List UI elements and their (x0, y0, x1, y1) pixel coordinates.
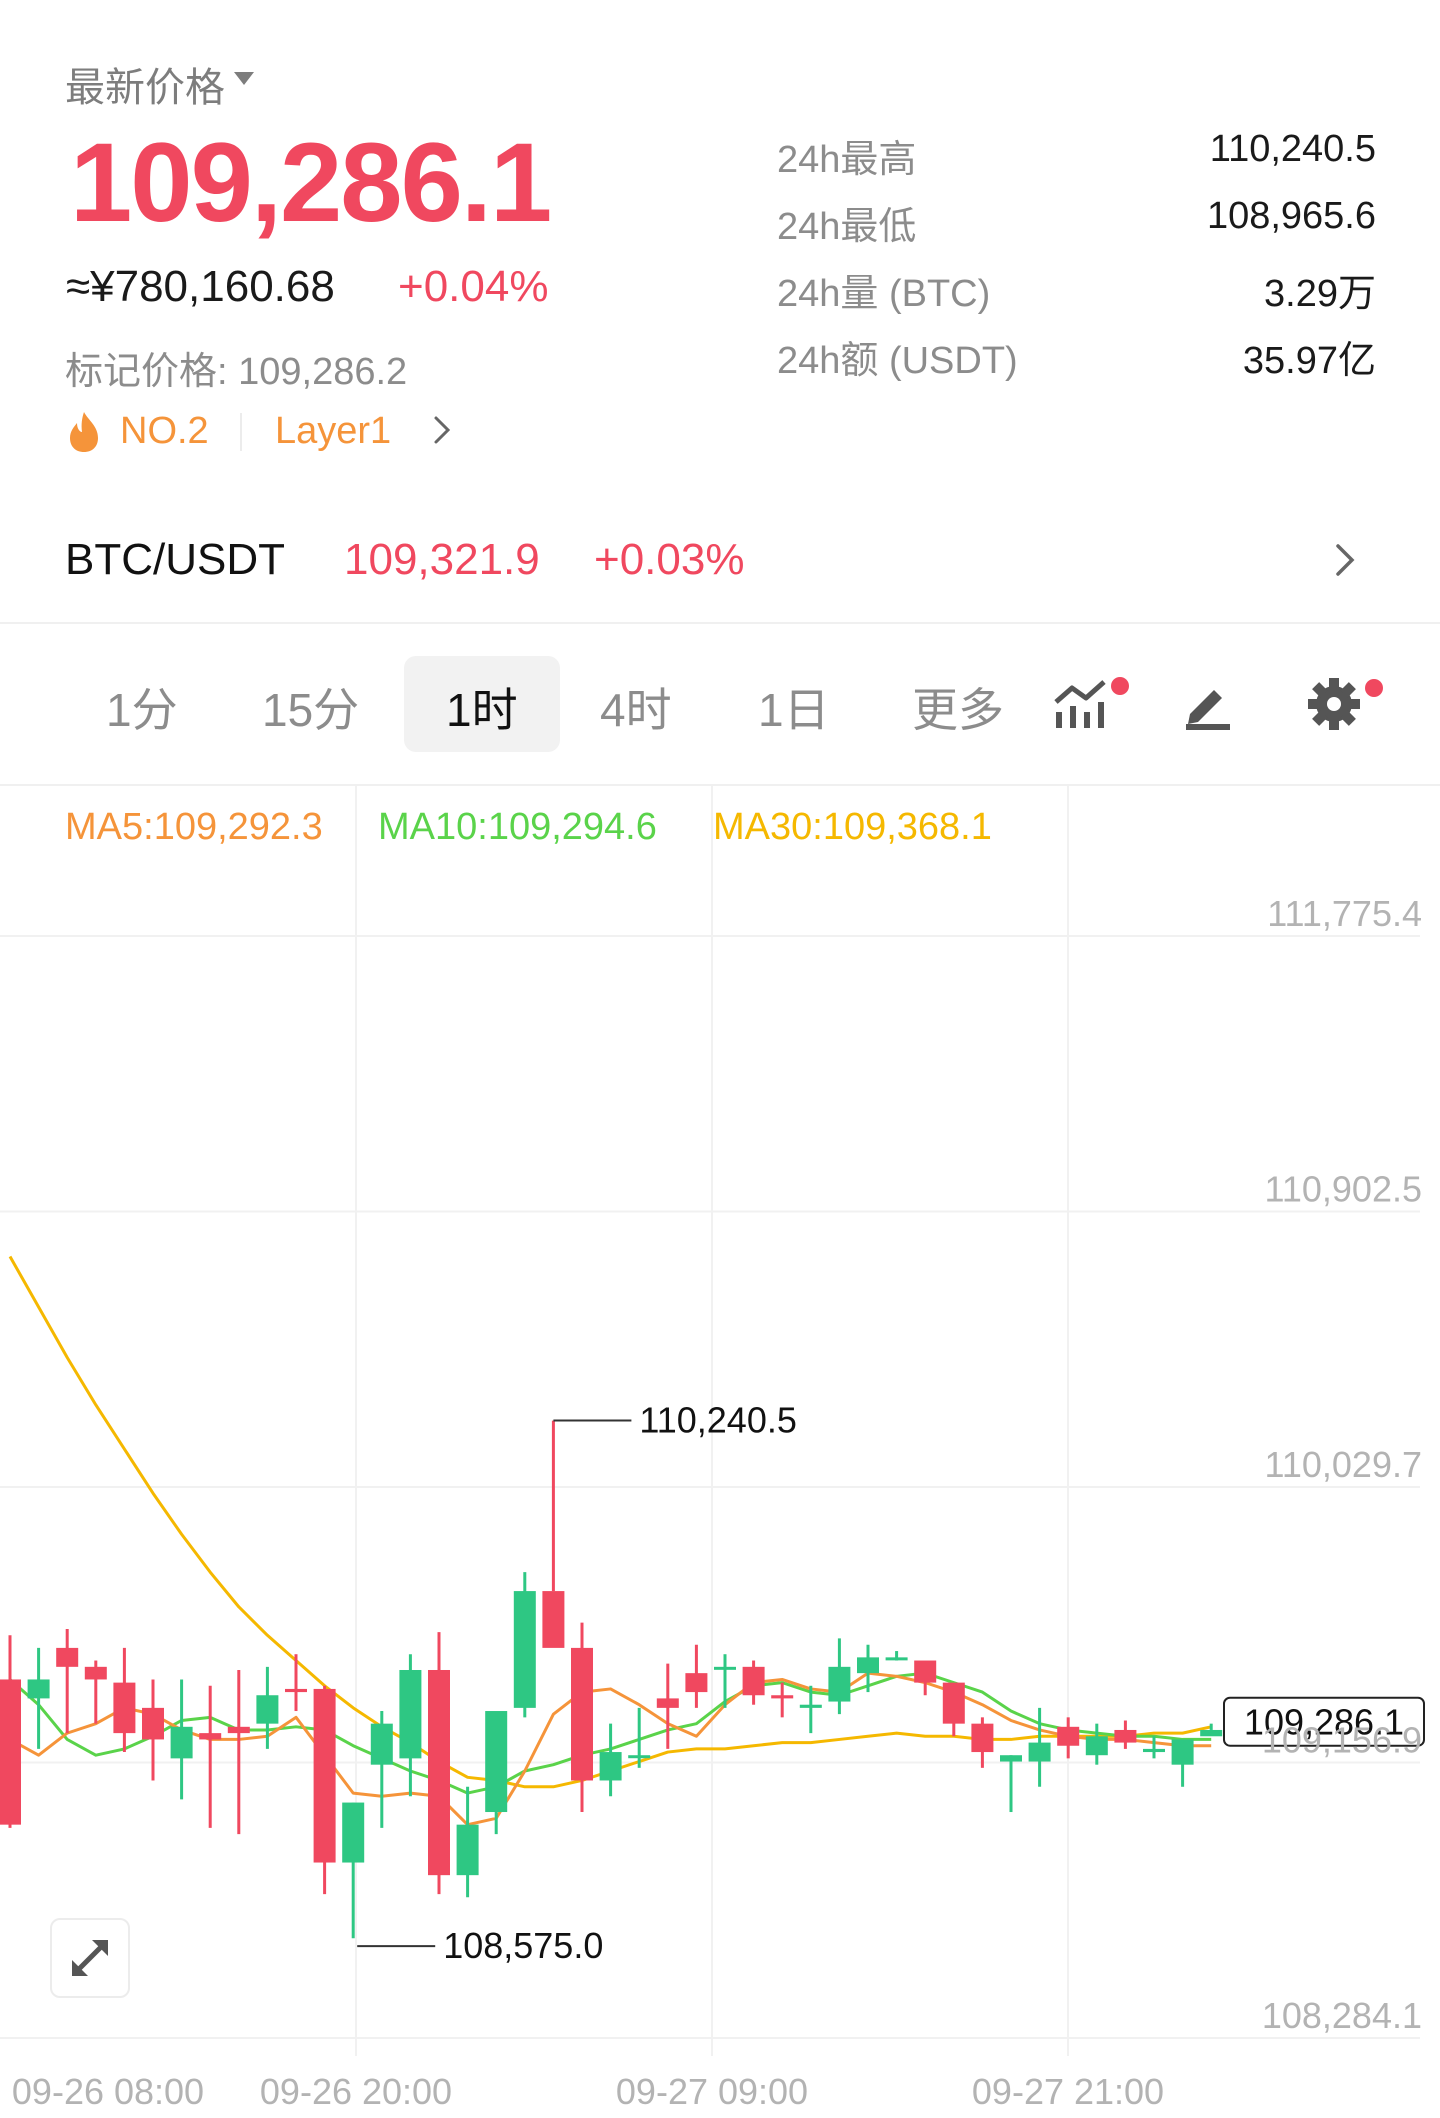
tab-1m[interactable]: 1分 (106, 680, 178, 770)
x-tick-label: 09-26 08:00 (12, 2071, 204, 2112)
candle-body[interactable] (742, 1666, 765, 1696)
candle-body[interactable] (885, 1657, 908, 1661)
stat-label: 24h量 (BTC) (777, 273, 991, 315)
change-percent: +0.04% (398, 262, 549, 311)
stat-value: 108,965.6 (1206, 195, 1376, 237)
settings-icon[interactable] (1306, 672, 1386, 732)
candle-body[interactable] (0, 1679, 21, 1825)
pair-price: 109,321.9 (344, 535, 540, 584)
chevron-right-icon[interactable] (430, 412, 454, 448)
candle-body[interactable] (113, 1682, 136, 1734)
candle-body[interactable] (1143, 1748, 1165, 1753)
candle-body[interactable] (1114, 1729, 1137, 1743)
candle-body[interactable] (857, 1657, 879, 1674)
candle-body[interactable] (1171, 1739, 1194, 1765)
candle-body[interactable] (27, 1679, 50, 1699)
tab-1d[interactable]: 1日 (758, 680, 830, 770)
tab-1h[interactable]: 1时 (446, 680, 518, 770)
candle-body[interactable] (942, 1682, 965, 1724)
stat-value: 35.97亿 (1242, 340, 1376, 382)
stat-label: 24h最高 (777, 139, 917, 181)
tab-15m[interactable]: 15分 (262, 680, 359, 770)
candle-body[interactable] (313, 1688, 336, 1863)
candle-body[interactable] (1200, 1729, 1223, 1737)
x-tick-label: 09-27 09:00 (616, 2071, 808, 2112)
candle-body[interactable] (685, 1673, 708, 1693)
candle-body[interactable] (714, 1666, 736, 1670)
candle-body[interactable] (227, 1726, 250, 1734)
candle-body[interactable] (142, 1707, 164, 1740)
stat-value: 110,240.5 (1209, 128, 1376, 170)
stat-label: 24h最低 (777, 206, 917, 248)
candle-body[interactable] (599, 1752, 622, 1781)
candle-body[interactable] (542, 1591, 565, 1648)
candle-body[interactable] (628, 1755, 651, 1759)
candle-body[interactable] (1085, 1736, 1108, 1756)
low-price-label: 108,575.0 (443, 1925, 603, 1966)
expand-icon (72, 1940, 108, 1976)
divider (240, 413, 242, 451)
candle-body[interactable] (656, 1698, 679, 1708)
high-price-label: 110,240.5 (639, 1399, 796, 1440)
fire-icon (70, 412, 98, 452)
x-tick-label: 09-27 21:00 (972, 2071, 1164, 2112)
candle-body[interactable] (771, 1695, 794, 1699)
last-price: 109,286.1 (70, 120, 552, 245)
y-tick-label: 109,156.9 (1262, 1720, 1422, 1761)
candle-body[interactable] (199, 1733, 222, 1740)
candle-body[interactable] (914, 1660, 937, 1683)
indicator-icon[interactable] (1052, 676, 1132, 732)
candle-body[interactable] (342, 1802, 365, 1863)
cny-value: ≈¥780,160.68 (66, 262, 335, 311)
candle-body[interactable] (971, 1723, 994, 1753)
candle-body[interactable] (56, 1647, 79, 1667)
stat-value: 3.29万 (1264, 273, 1376, 315)
latest-price-label[interactable]: 最新价格 (65, 55, 225, 113)
candlestick-chart[interactable]: 110,240.5108,575.0109,286.1 111,775.4110… (0, 786, 1440, 2118)
stat-label: 24h额 (USDT) (777, 340, 1018, 382)
candle-body[interactable] (399, 1669, 422, 1759)
caret-down-icon[interactable] (234, 72, 254, 85)
ma30-line (8, 1255, 1212, 1789)
candle-body[interactable] (170, 1726, 193, 1759)
candle-body[interactable] (828, 1666, 851, 1702)
candle-body[interactable] (285, 1688, 307, 1693)
candle-body[interactable] (84, 1666, 107, 1680)
tab-more[interactable]: 更多 (912, 680, 1004, 770)
market-rank[interactable]: NO.2 (120, 410, 209, 453)
candle-body[interactable] (256, 1695, 279, 1724)
candle-body[interactable] (571, 1647, 593, 1781)
candle-body[interactable] (1028, 1742, 1051, 1762)
candle-body[interactable] (799, 1704, 822, 1708)
tab-4h[interactable]: 4时 (600, 680, 672, 770)
candle-body[interactable] (456, 1824, 479, 1876)
y-tick-label: 110,902.5 (1265, 1169, 1422, 1210)
draw-icon[interactable] (1180, 676, 1236, 732)
divider (0, 622, 1440, 624)
candle-body[interactable] (513, 1591, 536, 1708)
candle-body[interactable] (428, 1669, 450, 1876)
candle-body[interactable] (485, 1711, 508, 1813)
y-tick-label: 111,775.4 (1267, 893, 1422, 934)
fullscreen-button[interactable] (50, 1918, 130, 1998)
candle-body[interactable] (1057, 1726, 1080, 1746)
y-tick-label: 110,029.7 (1265, 1444, 1422, 1485)
chevron-right-icon[interactable] (1330, 538, 1360, 582)
mark-price: 标记价格: 109,286.2 (65, 351, 408, 393)
x-tick-label: 09-26 20:00 (260, 2071, 452, 2112)
candle-body[interactable] (1000, 1755, 1022, 1762)
sector-tag[interactable]: Layer1 (275, 410, 391, 453)
pair-name[interactable]: BTC/USDT (65, 535, 285, 585)
pair-change: +0.03% (594, 535, 745, 584)
y-tick-label: 108,284.1 (1262, 1995, 1422, 2036)
candle-body[interactable] (370, 1723, 393, 1765)
